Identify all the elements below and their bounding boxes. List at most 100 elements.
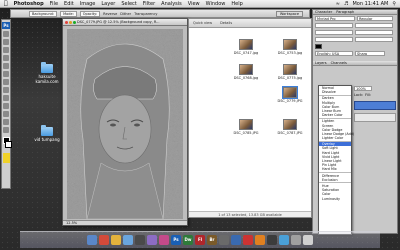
tab-details[interactable]: Details [220,19,232,27]
transparency-checkbox[interactable]: Transparency [134,12,157,16]
minimize-button[interactable] [69,21,72,24]
menu-view[interactable]: View [188,1,200,7]
file-thumb[interactable]: DSC_0747.jpg [231,39,261,55]
eraser-tool-icon[interactable] [3,87,9,93]
dock-app-icon[interactable]: Br [207,235,217,245]
blend-mode-option[interactable]: Darker Color [319,113,351,117]
document-title-bar[interactable]: DSC_0779.JPG @ 12.5% (Background copy, R… [63,19,187,26]
layer-row-selected[interactable] [354,101,396,110]
volume-icon[interactable]: ♬ [344,0,348,8]
dock-app-icon[interactable] [291,235,301,245]
dock-app-icon[interactable]: Ps [171,235,181,245]
dock-app-icon[interactable] [303,235,313,245]
dock-app-icon[interactable] [99,235,109,245]
hand-tool-icon[interactable] [3,119,9,125]
dock-app-icon[interactable] [219,235,229,245]
menu-help[interactable]: Help [231,1,242,7]
file-browser[interactable]: Quick view Details DSC_0747.jpg DSC_0753… [188,18,312,218]
blend-mode-option[interactable]: Hard Mix [319,167,351,171]
gradient-tool-icon[interactable] [3,95,9,101]
dock-app-icon[interactable]: Dw [183,235,193,245]
menu-analysis[interactable]: Analysis [161,1,182,7]
font-size-field[interactable] [315,23,353,28]
dock-app-icon[interactable]: Fl [195,235,205,245]
file-thumb-selected[interactable]: DSC_0779.JPG [275,86,305,103]
text-color-swatch[interactable] [315,44,322,49]
close-button[interactable] [65,21,68,24]
file-thumb[interactable]: DSC_0775.jpg [275,64,305,80]
crop-tool-icon[interactable] [3,63,9,69]
antialias-select[interactable]: Sharp [355,51,385,56]
dock-app-icon[interactable] [159,235,169,245]
dock-app-icon[interactable] [231,235,241,245]
menu-file[interactable]: File [50,1,58,7]
spotlight-icon[interactable]: ⚲ [392,0,396,8]
reverse-checkbox[interactable]: Reverse [103,12,117,16]
document-window[interactable]: DSC_0779.JPG @ 12.5% (Background copy, R… [62,18,188,226]
dock-app-icon[interactable] [279,235,289,245]
font-style-select[interactable]: Regular [357,16,393,21]
opacity-field[interactable]: Opacity: [79,10,101,17]
leading-field[interactable] [355,23,393,28]
menu-image[interactable]: Image [80,1,96,7]
file-thumb[interactable]: DSC_0768.jpg [231,64,261,80]
stamp-tool-icon[interactable] [3,79,9,85]
desktop-folder-haksuite[interactable]: haksuite kamila.com [34,62,60,84]
zoom-tool-icon[interactable] [3,127,9,133]
blend-mode-option[interactable]: Lighter Color [319,136,351,140]
tracking-field[interactable] [355,30,393,35]
vertical-scale-field[interactable] [315,37,353,42]
blend-mode-option[interactable]: Exclusion [319,178,351,182]
blend-mode-option[interactable]: Dissolve [319,90,351,94]
background-select[interactable]: Background: [29,10,58,17]
pen-tool-icon[interactable] [3,103,9,109]
horizontal-scale-field[interactable] [355,37,393,42]
wand-tool-icon[interactable] [3,55,9,61]
app-menu[interactable]: Photoshop [14,1,44,7]
lasso-tool-icon[interactable] [3,47,9,53]
apple-menu-icon[interactable]:  [4,0,8,8]
dock-app-icon[interactable] [123,235,133,245]
tab-channels[interactable]: Channels [331,61,347,65]
tab-character[interactable]: Character [315,10,332,14]
layer-row[interactable] [354,113,396,122]
file-thumb[interactable]: DSC_0787.JPG [275,119,305,135]
menu-filter[interactable]: Filter [143,1,155,7]
image-canvas[interactable] [67,29,183,219]
tab-paragraph[interactable]: Paragraph [336,10,354,14]
blend-mode-menu[interactable]: Normal Dissolve Darken Multiply Color Burn Li… [318,85,354,235]
dock-app-icon[interactable] [267,235,277,245]
font-family-select[interactable]: Myriad Pro [315,16,355,21]
dock-app-icon[interactable] [135,235,145,245]
move-tool-icon[interactable] [3,31,9,37]
clock[interactable]: Mon 11:41 AM [352,0,388,8]
brush-tool-icon[interactable] [3,71,9,77]
dock-app-icon[interactable] [111,235,121,245]
dither-checkbox[interactable]: Dither [120,12,131,16]
wifi-icon[interactable]: ≈ [336,0,340,8]
marquee-tool-icon[interactable] [3,39,9,45]
tab-quick-view[interactable]: Quick view [193,19,212,27]
menu-window[interactable]: Window [206,1,226,7]
file-thumb[interactable]: DSC_0785.JPG [231,119,261,135]
kerning-field[interactable] [315,30,353,35]
dock-app-icon[interactable] [243,235,253,245]
dock-app-icon[interactable] [255,235,265,245]
language-select[interactable]: English: USA [315,51,353,56]
dock-app-icon[interactable] [87,235,97,245]
tab-layers[interactable]: Layers [315,61,327,65]
desktop-folder-vid[interactable]: vid tumpang [34,125,60,142]
dock-app-icon[interactable] [147,235,157,245]
zoom-button[interactable] [73,21,76,24]
workspace-button[interactable]: Workspace [275,11,303,17]
file-thumb[interactable]: DSC_0753.jpg [275,39,305,55]
type-tool-icon[interactable] [3,111,9,117]
background-color-swatch[interactable] [4,141,12,148]
sticky-note-icon[interactable] [2,153,10,163]
blend-mode-option[interactable]: Luminosity [319,197,351,201]
menu-edit[interactable]: Edit [64,1,74,7]
layer-opacity-field[interactable]: 100% [354,86,372,91]
mode-select[interactable]: Mode: [60,10,77,17]
menu-select[interactable]: Select [121,1,136,7]
menu-layer[interactable]: Layer [101,1,115,7]
